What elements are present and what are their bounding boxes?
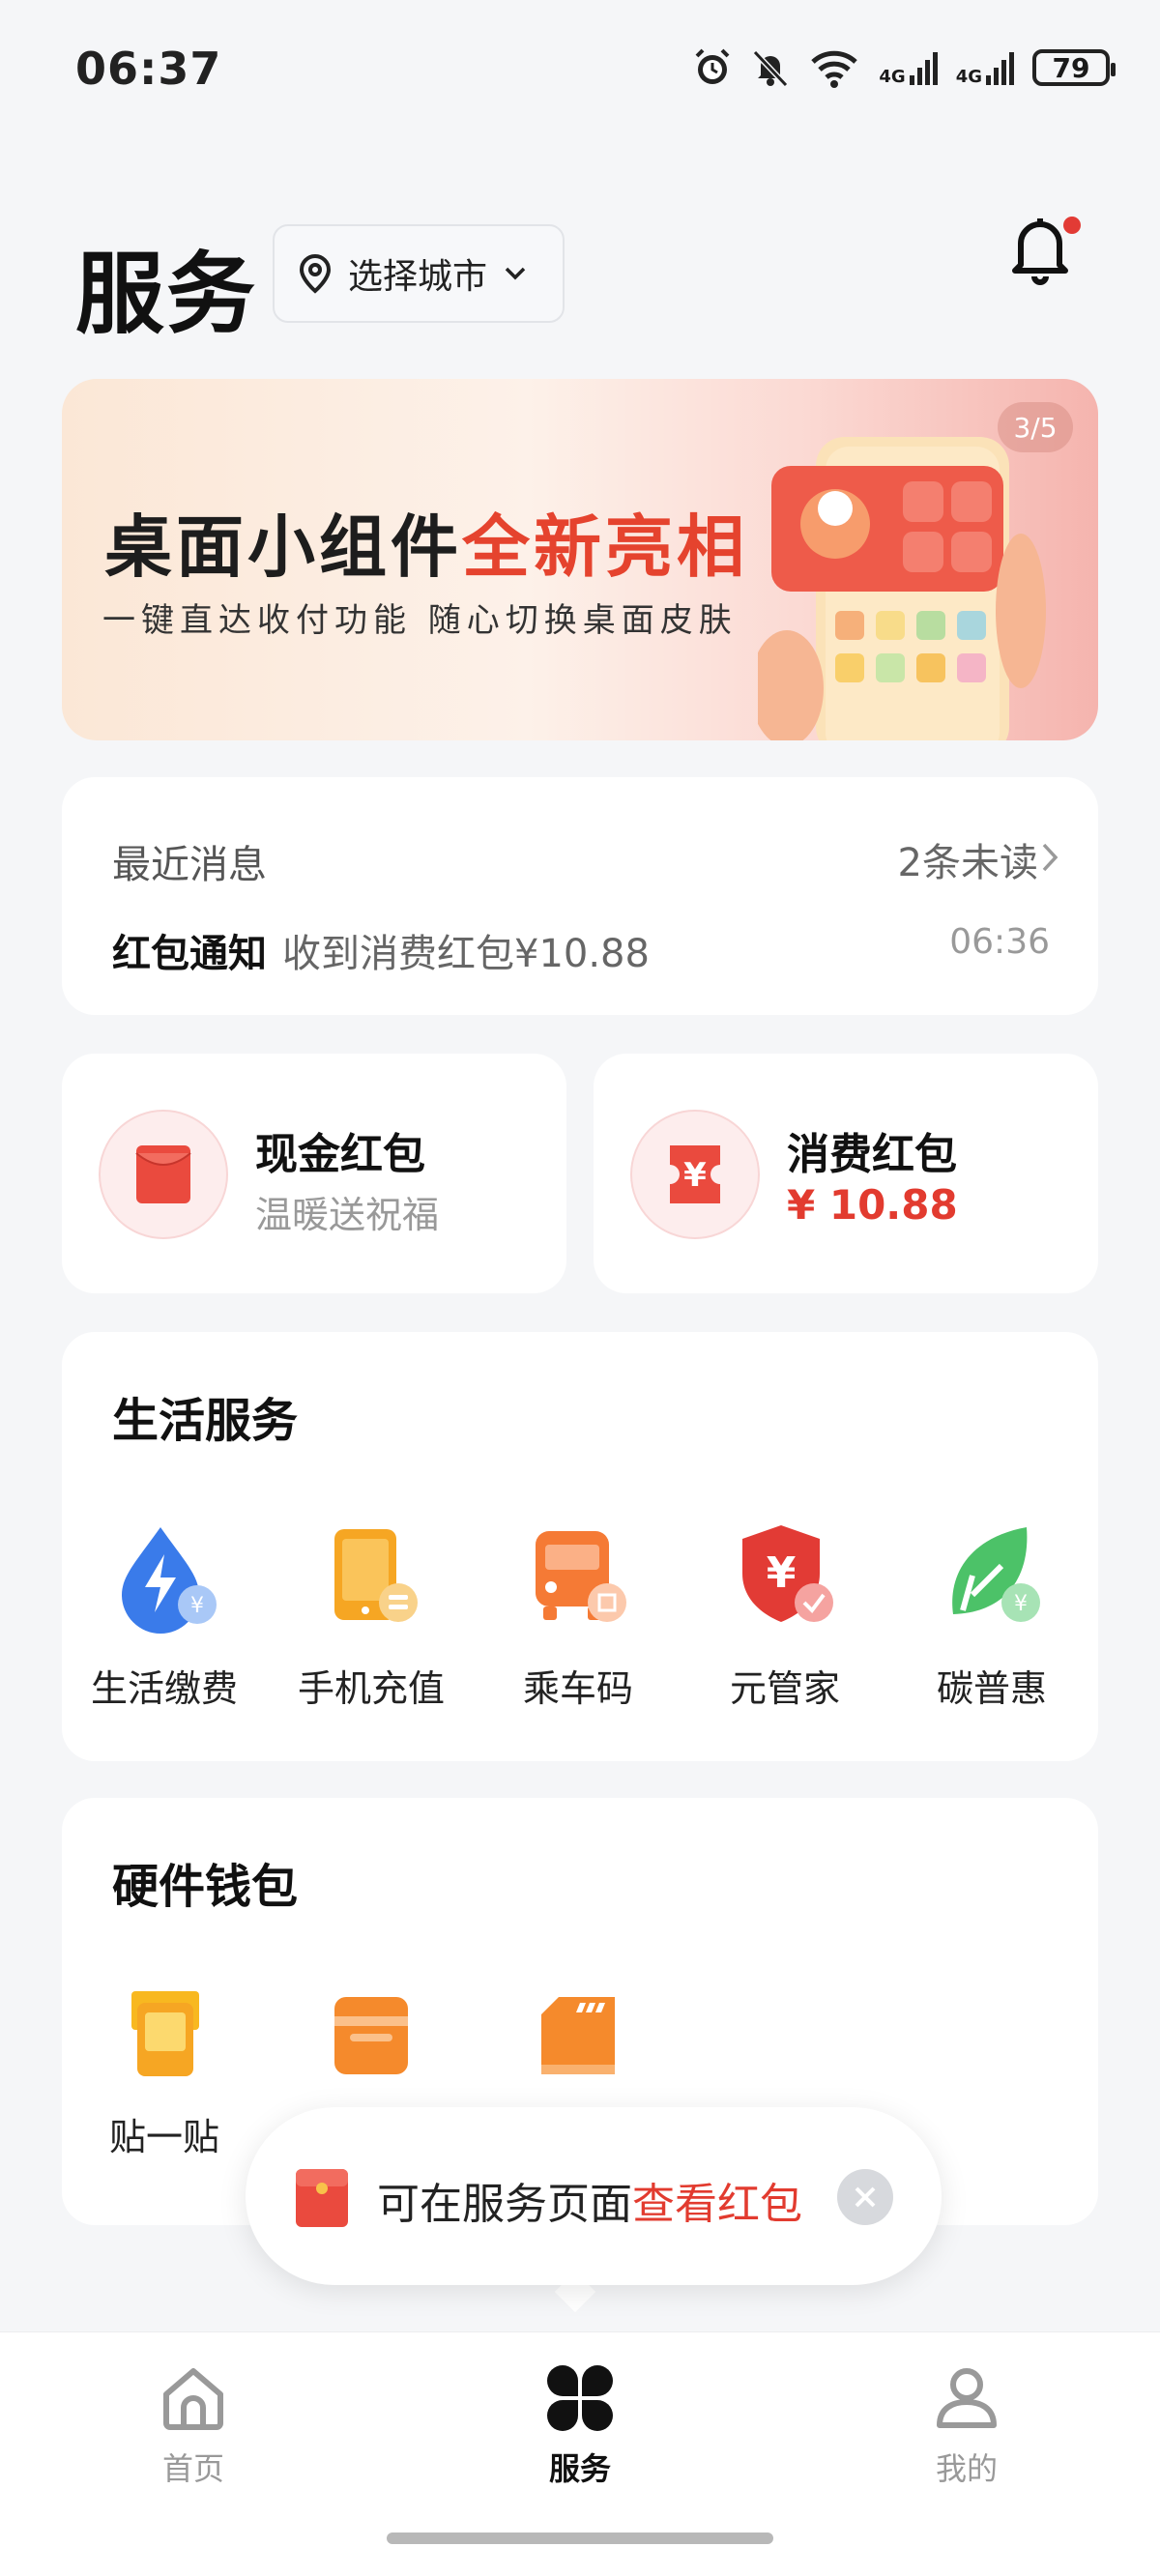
- notification-dot: [1063, 217, 1081, 234]
- message-type: 红包通知: [112, 932, 267, 976]
- service-yuan-keeper[interactable]: ¥ 元管家: [688, 1518, 882, 1712]
- services-grid-icon: [547, 2365, 613, 2431]
- alarm-icon: [695, 48, 730, 84]
- wallet-card-icon: [334, 1997, 408, 2074]
- chevron-down-icon: [505, 267, 526, 280]
- life-services-title: 生活服务: [112, 1394, 299, 1448]
- page-title: 服务: [75, 243, 258, 346]
- status-icons: 4G 4G 79: [691, 46, 1116, 89]
- wifi-icon: [811, 50, 858, 88]
- tab-home[interactable]: 首页: [97, 2361, 290, 2489]
- red-envelope-icon: [296, 2169, 348, 2227]
- hardware-wallet-title: 硬件钱包: [112, 1860, 299, 1914]
- status-time: 06:37: [75, 43, 222, 95]
- service-transit-code[interactable]: 乘车码: [481, 1518, 675, 1712]
- bus-qr-icon: [536, 1531, 626, 1622]
- cash-red-packet-card[interactable]: 现金红包 温暖送祝福: [62, 1054, 566, 1293]
- battery-indicator: 79: [1032, 49, 1116, 86]
- red-envelope-icon: [99, 1110, 228, 1239]
- consume-red-packet-title: 消费红包: [787, 1130, 957, 1179]
- network-label-1: 4G: [879, 67, 906, 87]
- message-time: 06:36: [949, 922, 1050, 962]
- message-text: 收到消费红包¥10.88: [282, 932, 650, 976]
- user-icon: [937, 2368, 997, 2428]
- service-label: 生活缴费: [90, 1667, 238, 1710]
- promo-banner[interactable]: 桌面小组件全新亮相 一键直达收付功能 随心切换桌面皮肤 3/5: [62, 379, 1098, 740]
- unread-count[interactable]: 2条未读: [898, 831, 1038, 887]
- service-utility-payment[interactable]: ¥ 生活缴费: [68, 1518, 261, 1712]
- signal-bars-icon: [986, 52, 1014, 85]
- toast-link[interactable]: 查看红包: [632, 2180, 802, 2229]
- cellular-signal-2: 4G: [956, 48, 1017, 87]
- tap-phone-icon: [131, 1991, 199, 2076]
- hardware-tap-to-pay[interactable]: 贴一贴: [68, 1983, 261, 2160]
- toast-close-button[interactable]: [837, 2169, 893, 2225]
- shield-yuan-icon: ¥: [742, 1525, 833, 1622]
- close-icon: [855, 2186, 876, 2208]
- hardware-sd-card-item[interactable]: [481, 1983, 675, 2080]
- battery-level: 79: [1052, 51, 1090, 84]
- service-label: 手机充值: [297, 1667, 445, 1710]
- tab-mine-label: 我的: [935, 2450, 998, 2487]
- widget-phone-illustration: [758, 437, 1046, 740]
- service-label: 元管家: [729, 1667, 840, 1710]
- bolt-yuan-icon: ¥: [122, 1527, 217, 1634]
- banner-title: 桌面小组件全新亮相: [104, 493, 748, 591]
- svg-text:¥: ¥: [767, 1548, 797, 1598]
- yuan-ticket-icon: ¥: [630, 1110, 760, 1239]
- city-selector[interactable]: 选择城市: [273, 224, 565, 323]
- tab-mine[interactable]: 我的: [870, 2361, 1063, 2489]
- hardware-wallet-card-item[interactable]: [275, 1983, 468, 2080]
- hint-toast: 可在服务页面查看红包: [246, 2107, 942, 2285]
- tab-services[interactable]: 服务: [483, 2361, 677, 2489]
- svg-text:¥: ¥: [683, 1156, 707, 1195]
- service-label: 乘车码: [522, 1667, 633, 1710]
- chevron-right-icon: [1042, 843, 1058, 872]
- service-phone-recharge[interactable]: 手机充值: [275, 1518, 468, 1712]
- life-services-card: 生活服务 ¥ 生活缴费 手机充值 乘车码 ¥ 元管家 ¥ 碳普惠: [62, 1332, 1098, 1761]
- banner-title-main: 桌面小组件: [104, 507, 462, 587]
- messages-heading: 最近消息: [112, 843, 267, 887]
- city-selector-label: 选择城市: [348, 257, 488, 297]
- mute-bell-icon: [753, 49, 789, 88]
- svg-text:¥: ¥: [190, 1594, 204, 1618]
- banner-title-accent: 全新亮相: [462, 507, 748, 587]
- cash-red-packet-subtitle: 温暖送祝福: [255, 1194, 440, 1236]
- toast-message: 可在服务页面查看红包: [377, 2169, 802, 2231]
- home-indicator[interactable]: [387, 2533, 773, 2544]
- tab-services-label: 服务: [548, 2450, 611, 2487]
- toast-text: 可在服务页面: [377, 2180, 632, 2229]
- recent-messages-card[interactable]: 最近消息 2条未读 红包通知 收到消费红包¥10.88 06:36: [62, 777, 1098, 1015]
- phone-coin-icon: [334, 1529, 418, 1622]
- svg-text:¥: ¥: [1014, 1592, 1028, 1616]
- banner-page-counter: 3/5: [998, 402, 1073, 452]
- cash-red-packet-title: 现金红包: [255, 1130, 425, 1179]
- consume-red-packet-card[interactable]: ¥ 消费红包 ¥ 10.88: [594, 1054, 1098, 1293]
- hardware-label: 贴一贴: [108, 2116, 219, 2158]
- location-pin-icon: [299, 253, 332, 294]
- home-icon: [163, 2368, 223, 2430]
- service-carbon-benefit[interactable]: ¥ 碳普惠: [895, 1518, 1088, 1712]
- consume-red-packet-amount: ¥ 10.88: [787, 1181, 958, 1229]
- network-label-2: 4G: [955, 67, 982, 87]
- tab-home-label: 首页: [161, 2450, 224, 2487]
- banner-subtitle: 一键直达收付功能 随心切换桌面皮肤: [102, 601, 738, 640]
- leaf-yuan-icon: ¥: [952, 1527, 1040, 1622]
- cellular-signal-1: 4G: [879, 48, 940, 87]
- service-label: 碳普惠: [936, 1667, 1047, 1710]
- sd-card-icon: [541, 1997, 615, 2074]
- signal-bars-icon: [909, 52, 938, 85]
